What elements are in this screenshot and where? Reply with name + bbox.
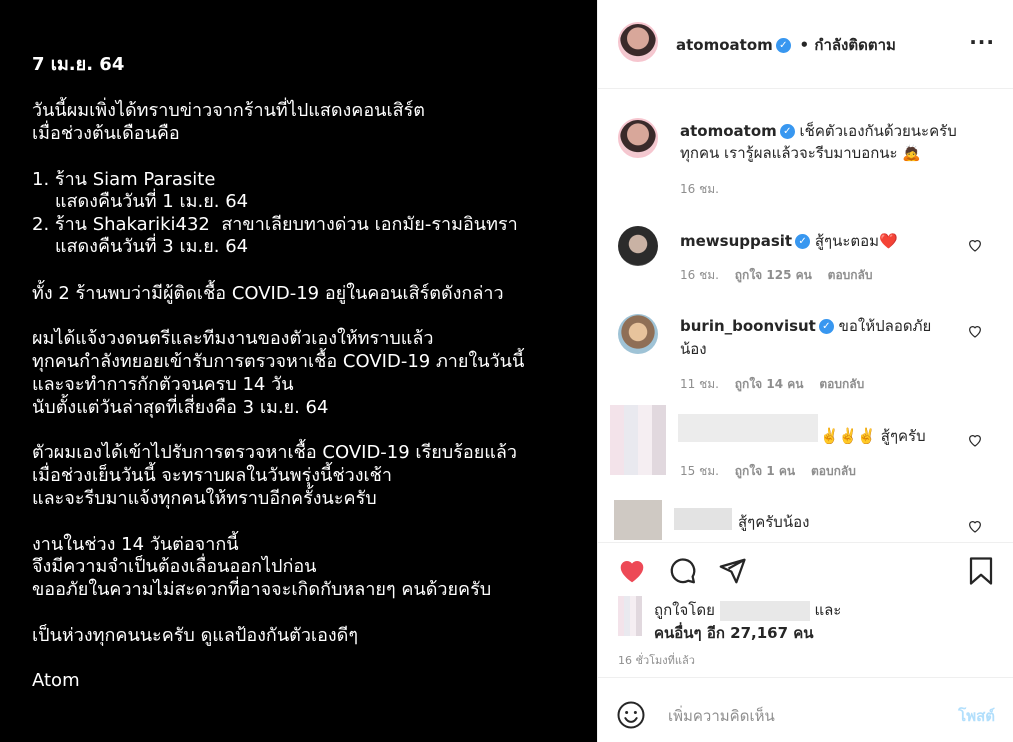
comment-text: สู้ๆครับน้อง xyxy=(738,513,810,531)
comment-likes[interactable]: ถูกใจ 1 คน xyxy=(735,464,795,478)
comment-time[interactable]: 11 ชม. xyxy=(680,377,719,391)
blurred-username xyxy=(674,508,732,530)
emoji-icon[interactable] xyxy=(616,700,646,730)
verified-badge-icon: ✓ xyxy=(775,38,791,53)
liked-heart-icon[interactable] xyxy=(616,556,648,586)
comment-meta: 15 ชม. ถูกใจ 1 คน ตอบกลับ xyxy=(680,462,868,481)
post-text-line: วันนี้ผมเพิ่งได้ทราบข่าวจากร้านที่ไปแสดง… xyxy=(32,100,425,121)
divider xyxy=(598,542,1013,543)
liked-by-label: ถูกใจโดย xyxy=(654,601,715,619)
post-text-line: แสดงคืนวันที่ 1 เม.ย. 64 xyxy=(32,191,249,212)
comment-icon[interactable] xyxy=(666,556,698,586)
verified-badge-icon: ✓ xyxy=(818,319,834,334)
blurred-avatar xyxy=(618,596,642,636)
post-text-line: ผมได้แจ้งวงดนตรีและทีมงานของตัวเองให้ทรา… xyxy=(32,328,434,349)
likes-line: ถูกใจโดย และ xyxy=(654,598,841,622)
caption-meta: 16 ชม. xyxy=(680,180,731,199)
comment-meta: 11 ชม. ถูกใจ 14 คน ตอบกลับ xyxy=(680,375,876,394)
post-text-line: 1. ร้าน Siam Parasite xyxy=(32,169,216,190)
caption-time[interactable]: 16 ชม. xyxy=(680,182,719,196)
comment-text-row: burin_boonvisut ✓ ขอให้ปลอดภัย น้อง xyxy=(680,315,960,361)
comment-text: ขอให้ปลอดภัย xyxy=(838,317,932,335)
post-text-line: เมื่อช่วงเย็นวันนี้ จะทราบผลในวันพรุ่งนี… xyxy=(32,465,392,486)
post-date: 7 เม.ย. 64 xyxy=(32,54,125,75)
reply-button[interactable]: ตอบกลับ xyxy=(828,268,873,282)
verified-badge-icon: ✓ xyxy=(779,124,795,139)
bookmark-icon[interactable] xyxy=(966,556,996,586)
divider xyxy=(598,677,1013,678)
comment-username[interactable]: mewsuppasit xyxy=(680,232,792,250)
caption-text-block: atomoatom ✓ เช็คตัวเองกันด้วยนะครับ ทุกคน… xyxy=(680,120,1000,164)
blurred-username xyxy=(678,414,818,442)
post-text-line: ทั้ง 2 ร้านพบว่ามีผู้ติดเชื้อ COVID-19 อ… xyxy=(32,283,504,304)
blurred-avatar xyxy=(614,500,662,540)
more-horizontal-icon[interactable]: ··· xyxy=(969,30,995,54)
like-heart-icon[interactable] xyxy=(967,323,983,339)
post-text-line: นับตั้งแต่วันล่าสุดที่เสี่ยงคือ 3 เม.ย. … xyxy=(32,397,329,418)
post-text-line: ขออภัยในความไม่สะดวกที่อาจจะเกิดกับหลายๆ… xyxy=(32,579,492,600)
follow-status-button[interactable]: • กำลังติดตาม xyxy=(800,36,896,54)
share-icon[interactable] xyxy=(716,556,748,586)
reply-button[interactable]: ตอบกลับ xyxy=(819,377,864,391)
post-text-line: ตัวผมเองได้เข้าไปรับการตรวจหาเชื้อ COVID… xyxy=(32,442,517,463)
comment-likes[interactable]: ถูกใจ 14 คน xyxy=(735,377,804,391)
caption-avatar[interactable] xyxy=(618,118,658,158)
post-text-line: จึงมีความจำเป็นต้องเลื่อนออกไปก่อน xyxy=(32,556,317,577)
post-text-line: และจะทำการกักตัวจนครบ 14 วัน xyxy=(32,374,294,395)
post-text-line: ทุกคนกำลังทยอยเข้ารับการตรวจหาเชื้อ COVI… xyxy=(32,351,525,372)
post-text-line: เมื่อช่วงต้นเดือนคือ xyxy=(32,123,180,144)
caption-username[interactable]: atomoatom xyxy=(680,122,777,140)
post-text-line: แสดงคืนวันที่ 3 เม.ย. 64 xyxy=(32,236,249,257)
like-heart-icon[interactable] xyxy=(967,237,983,253)
others-likes-link[interactable]: คนอื่นๆ อีก 27,167 คน xyxy=(654,621,814,645)
comment-time[interactable]: 15 ชม. xyxy=(680,464,719,478)
reply-button[interactable]: ตอบกลับ xyxy=(811,464,856,478)
like-heart-icon[interactable] xyxy=(967,432,983,448)
verified-badge-icon: ✓ xyxy=(795,234,811,249)
comment-text-row: mewsuppasit ✓ สู้ๆนะตอม❤️ xyxy=(680,229,898,253)
post-text-line: Atom xyxy=(32,670,80,691)
comment-text: สู้ๆนะตอม❤️ xyxy=(814,232,898,250)
caption-text: เช็คตัวเองกันด้วยนะครับ xyxy=(799,122,957,140)
comment-time[interactable]: 16 ชม. xyxy=(680,268,719,282)
caption-text: ทุกคน เรารู้ผลแล้วจะรีบมาบอกนะ 🙇 xyxy=(680,144,922,162)
divider xyxy=(598,88,1013,89)
author-avatar[interactable] xyxy=(618,22,658,62)
post-side-panel: atomoatom ✓ • กำลังติดตาม ··· atomoatom ✓ … xyxy=(597,0,1013,742)
and-label: และ xyxy=(814,601,842,619)
post-text-line: และจะรีบมาแจ้งทุกคนให้ทราบอีกครั้งนะครับ xyxy=(32,488,377,509)
comment-likes[interactable]: ถูกใจ 125 คน xyxy=(735,268,812,282)
commenter-avatar[interactable] xyxy=(618,314,658,354)
comment-input[interactable]: เพิ่มความคิดเห็น xyxy=(668,704,775,728)
comment-text: น้อง xyxy=(680,340,707,358)
commenter-avatar[interactable] xyxy=(618,226,658,266)
like-heart-icon[interactable] xyxy=(967,518,983,534)
blurred-avatar xyxy=(610,405,666,475)
post-time-ago[interactable]: 16 ชั่วโมงที่แล้ว xyxy=(618,651,695,669)
author-username[interactable]: atomoatom xyxy=(676,36,773,54)
blurred-username xyxy=(719,600,810,621)
comment-username[interactable]: burin_boonvisut xyxy=(680,317,816,335)
post-text-line: งานในช่วง 14 วันต่อจากนี้ xyxy=(32,534,239,555)
header-user-row: atomoatom ✓ • กำลังติดตาม xyxy=(676,33,896,57)
post-text-line: 2. ร้าน Shakariki432 สาขาเลียบทางด่วน เอ… xyxy=(32,214,518,235)
post-image: 7 เม.ย. 64 วันนี้ผมเพิ่งได้ทราบข่าวจากร้… xyxy=(0,0,597,742)
post-comment-button[interactable]: โพสต์ xyxy=(958,704,995,728)
comment-text: ✌️✌️✌️ สู้ๆครับ xyxy=(820,427,926,445)
comment-meta: 16 ชม. ถูกใจ 125 คน ตอบกลับ xyxy=(680,266,885,285)
post-text-line: เป็นห่วงทุกคนนะครับ ดูแลป้องกันตัวเองดีๆ xyxy=(32,625,359,646)
